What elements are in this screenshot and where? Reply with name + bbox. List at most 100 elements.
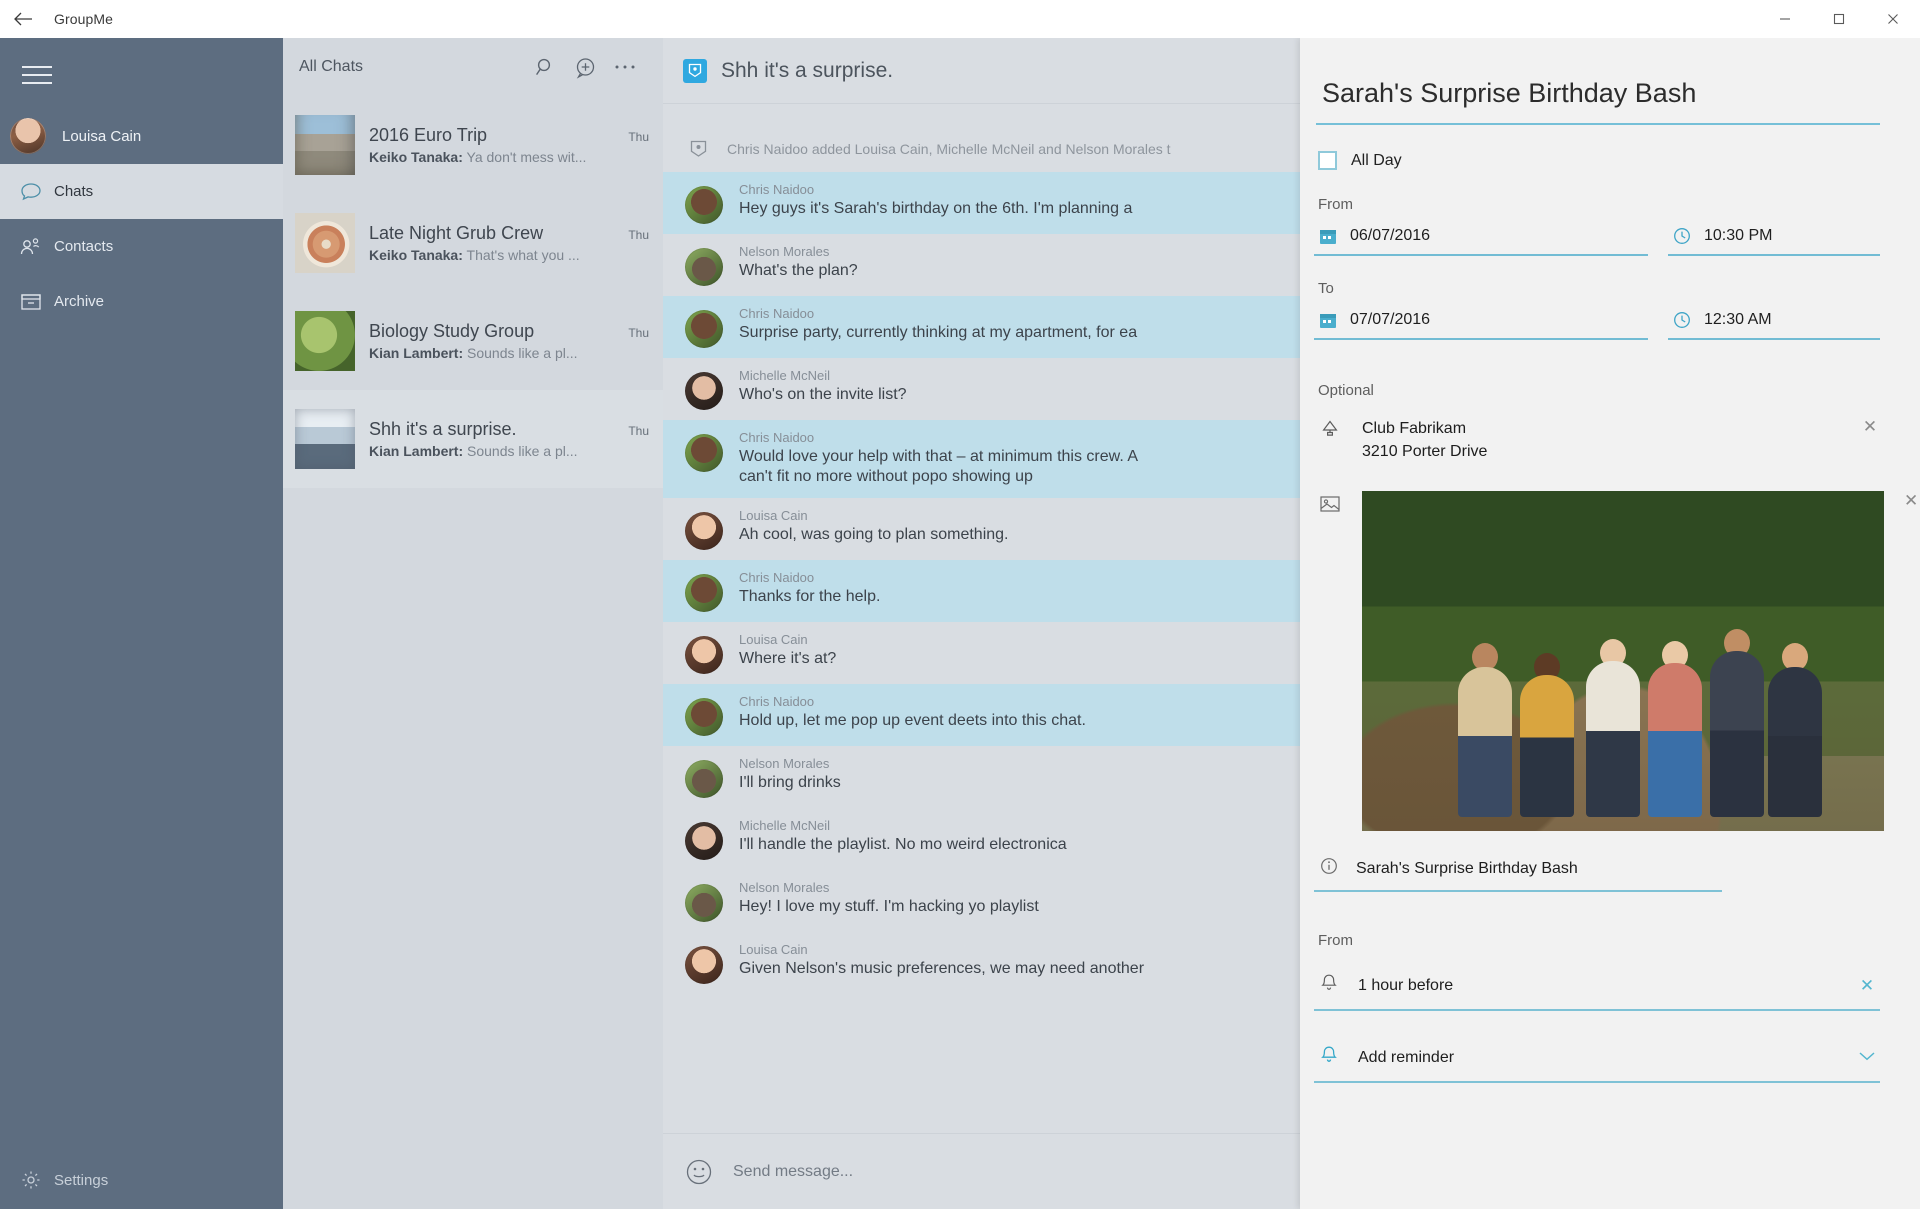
new-chat-plus-icon[interactable] <box>565 47 605 87</box>
event-title[interactable]: Sarah's Surprise Birthday Bash <box>1314 78 1880 123</box>
sidebar-item-settings[interactable]: Settings <box>0 1151 283 1209</box>
remove-image-icon[interactable]: ✕ <box>1904 491 1918 511</box>
maximize-button[interactable] <box>1812 0 1866 38</box>
chat-list-header: All Chats <box>283 38 663 96</box>
to-date-value: 07/07/2016 <box>1350 311 1430 329</box>
chat-item-time: Thu <box>628 326 649 340</box>
chat-item-preview-sender: Kian Lambert: <box>369 345 463 361</box>
event-caption-field[interactable]: Sarah's Surprise Birthday Bash <box>1314 857 1722 892</box>
photo-detail <box>1648 663 1702 817</box>
chat-list-scroll[interactable]: 2016 Euro Trip Thu Keiko Tanaka: Ya don'… <box>283 96 663 1209</box>
group-shield-icon <box>685 140 711 158</box>
location-text: Club Fabrikam 3210 Porter Drive <box>1362 417 1840 463</box>
close-button[interactable] <box>1866 0 1920 38</box>
emoji-smiley-icon[interactable] <box>685 1158 713 1186</box>
sidebar-item-contacts[interactable]: Contacts <box>0 219 283 274</box>
event-photo[interactable] <box>1362 491 1884 831</box>
avatar <box>685 574 723 612</box>
calendar-icon <box>1318 311 1338 329</box>
add-reminder-row[interactable]: Add reminder <box>1314 1041 1880 1083</box>
chevron-down-icon[interactable] <box>1856 1049 1878 1067</box>
photo-detail <box>1710 651 1764 817</box>
message-input-placeholder[interactable]: Send message... <box>733 1163 853 1181</box>
reminder-value: 1 hour before <box>1358 977 1838 995</box>
remove-reminder-icon[interactable]: ✕ <box>1856 976 1878 996</box>
to-time-field[interactable]: 12:30 AM <box>1668 307 1880 340</box>
groupme-app-window: GroupMe Louisa Cain Chats <box>0 0 1920 1209</box>
left-navigation-pane: Louisa Cain Chats Contacts Archive <box>0 38 283 1209</box>
from-date-value: 06/07/2016 <box>1350 227 1430 245</box>
chat-item-content: Biology Study Group Thu Kian Lambert: So… <box>369 321 649 361</box>
photo-detail <box>1768 667 1822 817</box>
more-ellipsis-icon[interactable] <box>605 47 645 87</box>
chat-item-preview: Kian Lambert: Sounds like a pl... <box>369 443 649 459</box>
list-item[interactable]: Late Night Grub Crew Thu Keiko Tanaka: T… <box>283 194 663 292</box>
list-item[interactable]: Shh it's a surprise. Thu Kian Lambert: S… <box>283 390 663 488</box>
location-address: 3210 Porter Drive <box>1362 440 1840 463</box>
search-icon[interactable] <box>525 47 565 87</box>
calendar-icon <box>1318 227 1338 245</box>
location-name: Club Fabrikam <box>1362 417 1840 440</box>
chat-item-content: 2016 Euro Trip Thu Keiko Tanaka: Ya don'… <box>369 125 649 165</box>
from-date-field[interactable]: 06/07/2016 <box>1314 223 1648 256</box>
event-image-row: ✕ <box>1314 491 1880 831</box>
minimize-button[interactable] <box>1758 0 1812 38</box>
chat-item-preview-sender: Kian Lambert: <box>369 443 463 459</box>
avatar <box>685 636 723 674</box>
chat-item-preview-text: Ya don't mess wit... <box>463 149 587 165</box>
remove-location-icon[interactable]: ✕ <box>1860 417 1880 437</box>
bell-icon <box>1320 1045 1340 1070</box>
to-date-field[interactable]: 07/07/2016 <box>1314 307 1648 340</box>
back-arrow-icon[interactable] <box>0 0 46 38</box>
all-day-checkbox[interactable] <box>1318 151 1337 170</box>
from-time-value: 10:30 PM <box>1704 227 1772 245</box>
avatar <box>10 118 46 154</box>
list-item[interactable]: 2016 Euro Trip Thu Keiko Tanaka: Ya don'… <box>283 96 663 194</box>
chat-item-time: Thu <box>628 228 649 242</box>
contacts-icon <box>14 237 48 257</box>
chat-item-titlerow: Biology Study Group Thu <box>369 321 649 342</box>
sidebar-item-archive[interactable]: Archive <box>0 274 283 329</box>
chat-item-preview-text: Sounds like a pl... <box>463 345 577 361</box>
avatar <box>685 946 723 984</box>
list-item[interactable]: Biology Study Group Thu Kian Lambert: So… <box>283 292 663 390</box>
group-shield-icon <box>683 59 707 83</box>
photo-detail <box>1458 667 1512 817</box>
chat-item-preview-sender: Keiko Tanaka: <box>369 149 463 165</box>
avatar <box>685 186 723 224</box>
profile-name: Louisa Cain <box>62 128 141 145</box>
chat-list-pane: All Chats 2016 Euro Trip <box>283 38 663 1209</box>
info-circle-icon <box>1320 857 1340 880</box>
sidebar-item-chats[interactable]: Chats <box>0 164 283 219</box>
chat-thumbnail <box>295 311 355 371</box>
hamburger-icon[interactable] <box>0 38 48 108</box>
chat-item-content: Shh it's a surprise. Thu Kian Lambert: S… <box>369 419 649 459</box>
chat-item-titlerow: Late Night Grub Crew Thu <box>369 223 649 244</box>
sidebar-item-label: Archive <box>54 293 104 310</box>
settings-label: Settings <box>54 1172 108 1189</box>
chat-thumbnail <box>295 409 355 469</box>
avatar <box>685 372 723 410</box>
photo-detail <box>1586 661 1640 817</box>
avatar <box>685 822 723 860</box>
clock-icon <box>1672 227 1692 245</box>
chat-thumbnail <box>295 115 355 175</box>
from-time-field[interactable]: 10:30 PM <box>1668 223 1880 256</box>
system-message-text: Chris Naidoo added Louisa Cain, Michelle… <box>727 141 1171 157</box>
all-day-row[interactable]: All Day <box>1314 151 1880 170</box>
left-nav-footer: Settings <box>0 1151 283 1209</box>
app-title: GroupMe <box>54 11 113 27</box>
chat-item-preview: Keiko Tanaka: Ya don't mess wit... <box>369 149 649 165</box>
chat-item-preview: Keiko Tanaka: That's what you ... <box>369 247 649 263</box>
gear-icon <box>14 1170 48 1190</box>
profile-row[interactable]: Louisa Cain <box>0 108 283 164</box>
to-field-row: 07/07/2016 12:30 AM <box>1314 307 1880 340</box>
chat-item-name: 2016 Euro Trip <box>369 125 620 146</box>
location-row[interactable]: Club Fabrikam 3210 Porter Drive ✕ <box>1314 417 1880 463</box>
location-pin-icon <box>1320 419 1342 446</box>
chat-item-preview: Kian Lambert: Sounds like a pl... <box>369 345 649 361</box>
avatar <box>685 434 723 472</box>
avatar <box>685 512 723 550</box>
chat-bubble-icon <box>14 182 48 202</box>
reminder-row[interactable]: 1 hour before ✕ <box>1314 969 1880 1011</box>
